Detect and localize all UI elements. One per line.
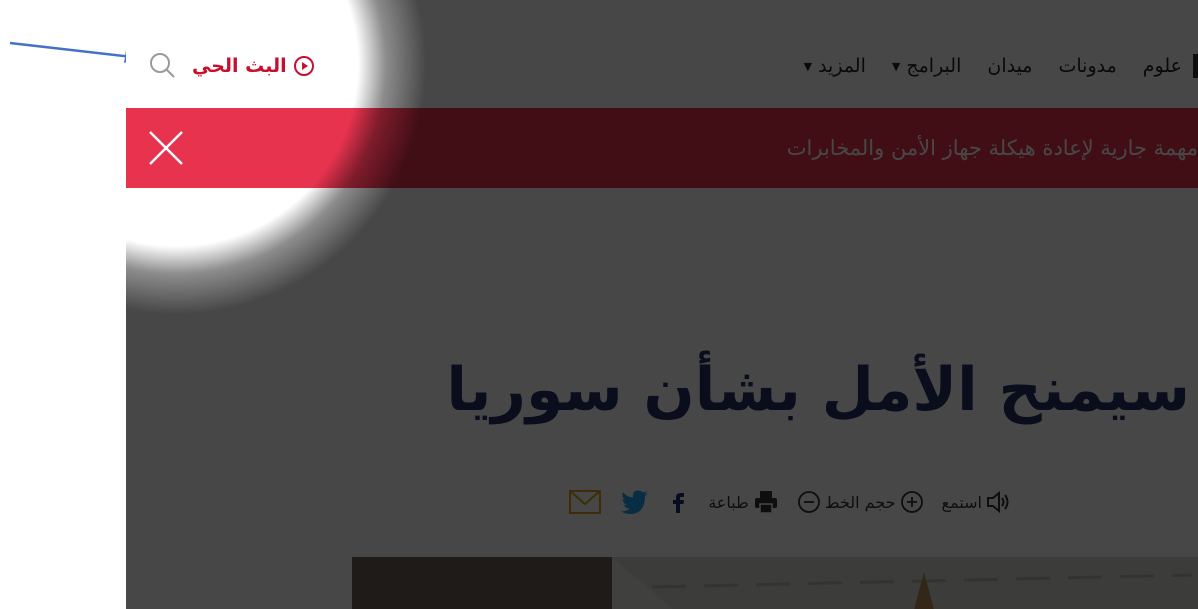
plus-circle-icon[interactable] bbox=[900, 490, 924, 514]
nav-item-midan[interactable]: ميدان bbox=[987, 55, 1032, 77]
print-label: طباعة bbox=[708, 492, 749, 512]
printer-icon bbox=[754, 491, 777, 514]
nav-item-label: المزيد bbox=[818, 55, 866, 77]
speaker-icon bbox=[987, 490, 1009, 514]
facebook-icon bbox=[673, 493, 685, 513]
envelope-icon bbox=[569, 490, 602, 514]
listen-label: استمع bbox=[941, 492, 982, 512]
caret-down-icon: ▼ bbox=[803, 59, 813, 73]
email-share-button[interactable] bbox=[568, 488, 602, 516]
nav-item-label: البرامج bbox=[906, 55, 962, 77]
facebook-share-button[interactable] bbox=[668, 489, 690, 515]
breaking-news-text[interactable]: مهمة جارية لإعادة هيكلة جهاز الأمن والمخ… bbox=[787, 108, 1198, 188]
web-page: البث الحي علوم مدونات ميدان البرامج ▼ ال… bbox=[126, 0, 1198, 609]
play-circle-icon bbox=[293, 56, 314, 76]
top-navigation: البث الحي علوم مدونات ميدان البرامج ▼ ال… bbox=[126, 0, 1198, 108]
font-size-label: حجم الخط bbox=[824, 492, 896, 512]
main-menu: علوم مدونات ميدان البرامج ▼ المزيد ▼ bbox=[804, 51, 1182, 81]
breaking-news-bar: مهمة جارية لإعادة هيكلة جهاز الأمن والمخ… bbox=[126, 108, 1198, 188]
font-size-control[interactable]: حجم الخط bbox=[797, 490, 924, 514]
nav-item-programs[interactable]: البرامج ▼ bbox=[892, 55, 961, 77]
live-stream-label: البث الحي bbox=[192, 55, 287, 77]
nav-item-label: ميدان bbox=[987, 55, 1033, 77]
nav-item-more[interactable]: المزيد ▼ bbox=[804, 55, 866, 77]
nav-edge-mark bbox=[1193, 54, 1198, 78]
twitter-share-button[interactable] bbox=[620, 489, 650, 515]
article-photo bbox=[352, 557, 1198, 609]
live-stream-link[interactable]: البث الحي bbox=[192, 51, 315, 81]
nav-item-label: مدونات bbox=[1058, 55, 1117, 77]
nav-item-label: علوم bbox=[1142, 55, 1182, 77]
minus-circle-icon[interactable] bbox=[797, 490, 821, 514]
search-icon[interactable] bbox=[144, 48, 180, 84]
article-toolbar: استمع حجم الخط طباعة bbox=[352, 484, 1012, 520]
article-headline: سيمنح الأمل بشأن سوريا bbox=[446, 355, 1190, 425]
article-image bbox=[352, 557, 1198, 609]
nav-item-blogs[interactable]: مدونات bbox=[1058, 55, 1116, 77]
listen-button[interactable]: استمع bbox=[942, 489, 1012, 515]
nav-item-science[interactable]: علوم bbox=[1143, 55, 1182, 77]
print-button[interactable]: طباعة bbox=[708, 489, 779, 515]
close-icon[interactable] bbox=[144, 126, 188, 170]
caret-down-icon: ▼ bbox=[891, 59, 901, 73]
twitter-icon bbox=[621, 490, 649, 514]
